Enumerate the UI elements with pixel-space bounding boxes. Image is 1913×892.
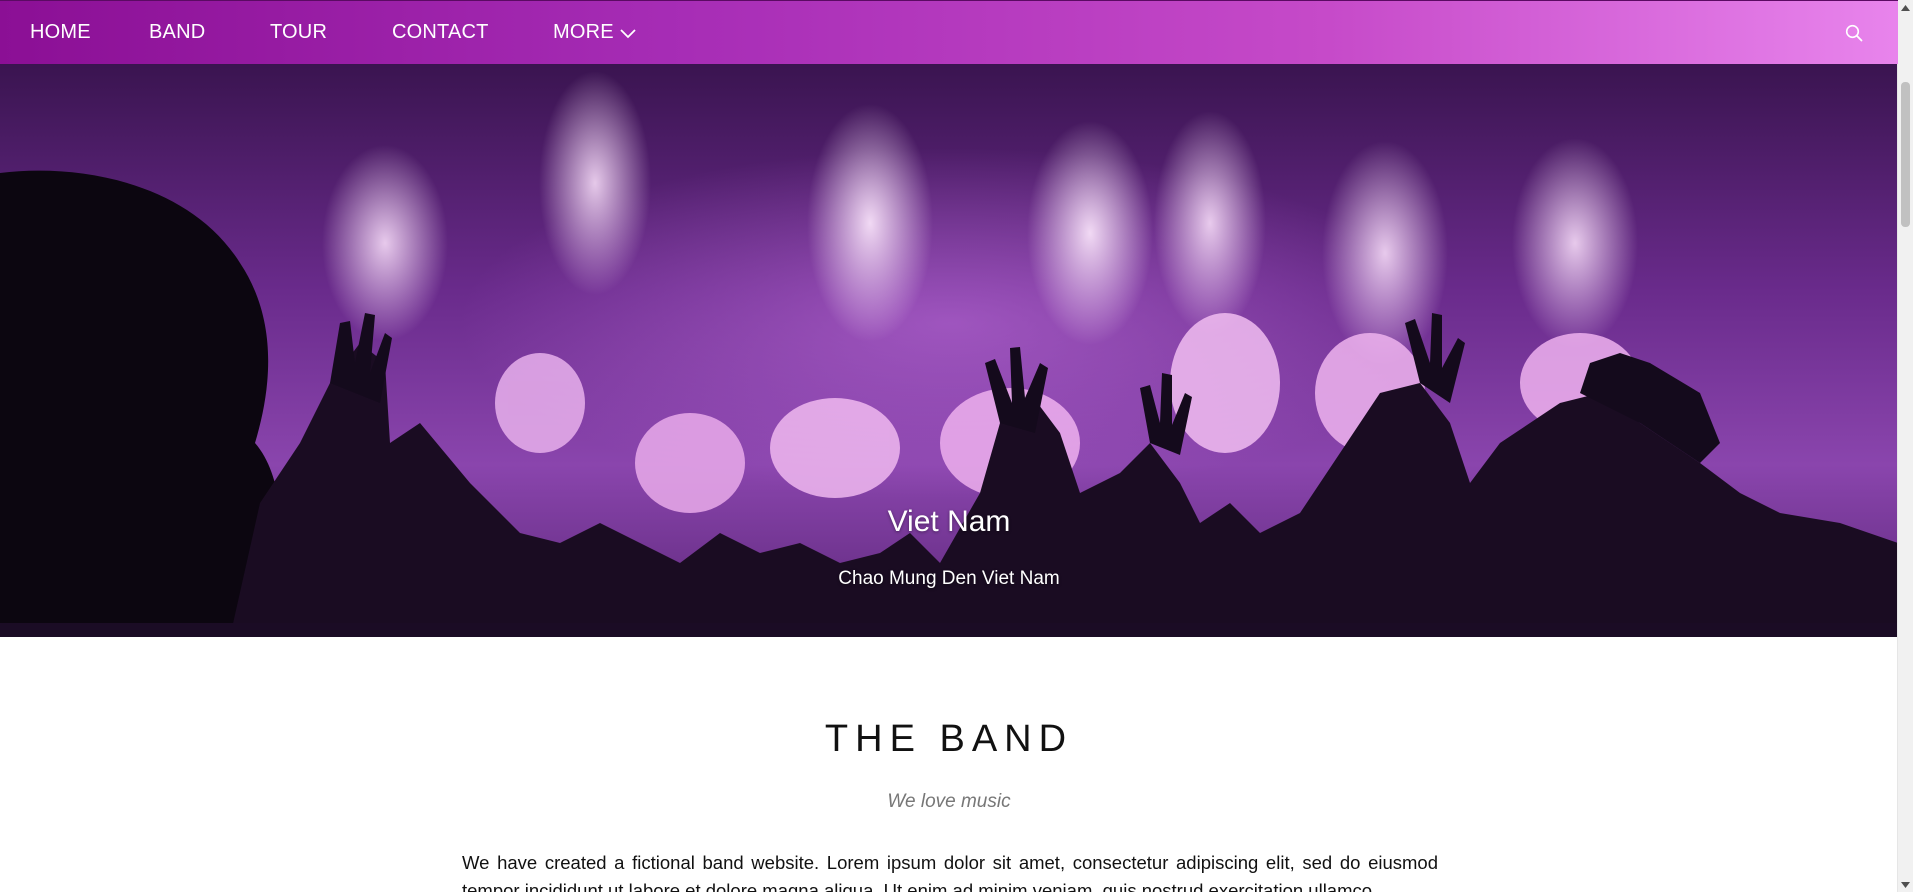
search-icon <box>1845 24 1863 41</box>
top-navbar: HOME BAND TOUR CONTACT MORE <box>0 0 1898 64</box>
nav-tour[interactable]: TOUR <box>270 1 327 64</box>
scroll-down-arrow-icon[interactable] <box>1898 877 1913 892</box>
nav-more-label: MORE <box>553 21 614 43</box>
nav-band[interactable]: BAND <box>149 1 205 64</box>
nav-more-dropdown[interactable]: MORE <box>553 1 636 64</box>
section-tagline: We love music <box>887 791 1011 812</box>
section-description: We have created a fictional band website… <box>462 852 1438 892</box>
hero-title: Viet Nam <box>887 505 1011 538</box>
hero-slider: Viet Nam Chao Mung Den Viet Nam <box>0 63 1898 637</box>
search-button[interactable] <box>1834 1 1874 64</box>
page: HOME BAND TOUR CONTACT MORE Viet Nam Cha… <box>0 0 1898 892</box>
hero-image <box>0 170 1898 637</box>
vertical-scrollbar[interactable] <box>1897 0 1913 892</box>
band-section: THE BAND We love music We have created a… <box>0 637 1898 892</box>
nav-contact[interactable]: CONTACT <box>392 1 489 64</box>
chevron-down-icon <box>620 29 636 38</box>
scroll-up-arrow-icon[interactable] <box>1898 0 1913 15</box>
nav-home[interactable]: HOME <box>30 1 91 64</box>
scrollbar-thumb[interactable] <box>1901 82 1910 227</box>
section-title: THE BAND <box>824 718 1074 760</box>
hero-subtitle: Chao Mung Den Viet Nam <box>838 568 1060 589</box>
